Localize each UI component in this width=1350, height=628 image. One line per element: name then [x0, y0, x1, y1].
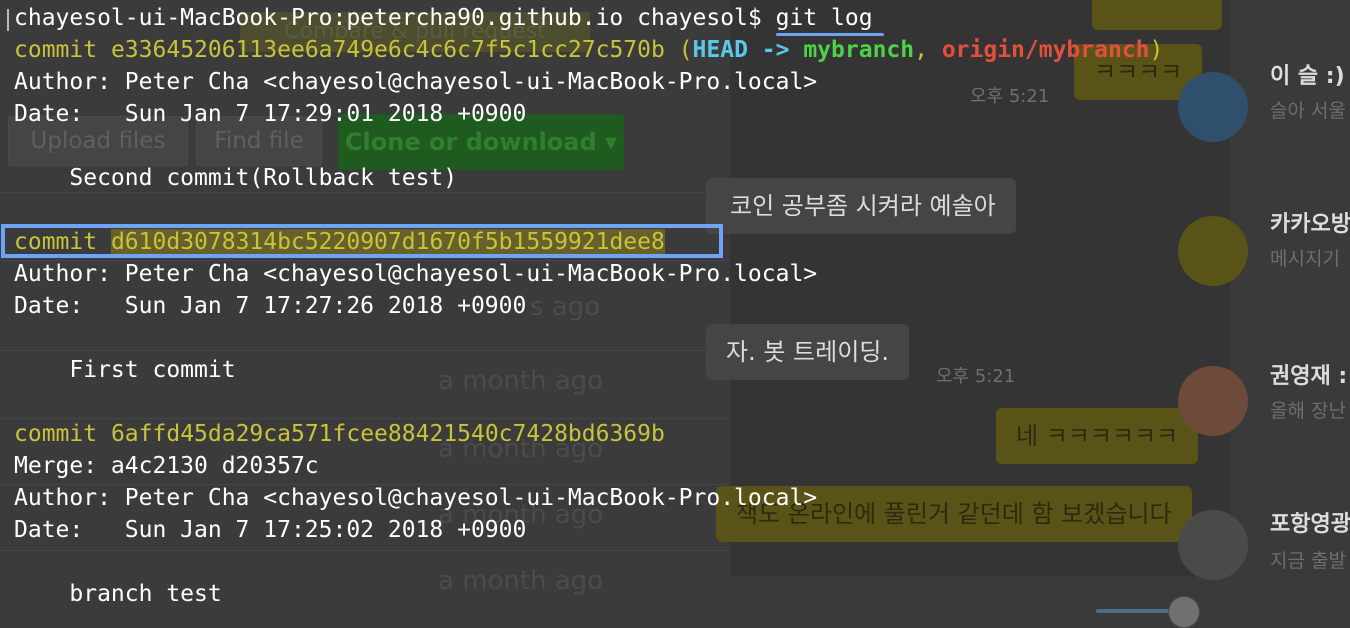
refs-open: ( [664, 37, 693, 63]
refs-close: ) [1149, 37, 1164, 63]
commit-label: commit [14, 421, 98, 447]
commit-date-line: Date: Sun Jan 7 17:29:01 2018 +0900 [14, 101, 527, 127]
commit-author-line: Author: Peter Cha <chayesol@chayesol-ui-… [14, 485, 818, 511]
commit-header-line: commit 6affd45da29ca571fcee88421540c7428… [14, 418, 665, 450]
shell-prompt: chayesol-ui-MacBook-Pro:petercha90.githu… [14, 5, 776, 31]
commit-author-line: Author: Peter Cha <chayesol@chayesol-ui-… [14, 261, 818, 287]
terminal-window[interactable]: chayesol-ui-MacBook-Pro:petercha90.githu… [0, 0, 1350, 628]
commit-header-line: commit e33645206113ee6a749e6c4c6c7f5c1cc… [14, 34, 1163, 66]
commit-date-line: Date: Sun Jan 7 17:27:26 2018 +0900 [14, 293, 527, 319]
origin-ref: origin/mybranch [941, 37, 1150, 63]
shell-command: git log [775, 5, 873, 31]
commit-date-line: Date: Sun Jan 7 17:25:02 2018 +0900 [14, 517, 527, 543]
ref-arrow: -> [747, 37, 804, 63]
commit-message-line: First commit [14, 357, 236, 383]
commit-hash[interactable]: e33645206113ee6a749e6c4c6c7f5c1cc27c570b [111, 37, 665, 63]
text-cursor [7, 9, 9, 31]
head-ref: HEAD [692, 37, 748, 63]
commit-hash[interactable]: 6affd45da29ca571fcee88421540c7428bd6369b [111, 421, 665, 447]
terminal-prompt-line: chayesol-ui-MacBook-Pro:petercha90.githu… [14, 2, 873, 34]
commit-message-line: Second commit(Rollback test) [14, 165, 458, 191]
commit-highlight-box [1, 224, 723, 258]
commit-message-line: branch test [14, 581, 222, 607]
commit-author-line: Author: Peter Cha <chayesol@chayesol-ui-… [14, 69, 818, 95]
ref-separator: , [914, 37, 942, 63]
commit-merge-line: Merge: a4c2130 d20357c [14, 453, 319, 479]
branch-ref: mybranch [803, 37, 915, 63]
commit-label: commit [14, 37, 98, 63]
